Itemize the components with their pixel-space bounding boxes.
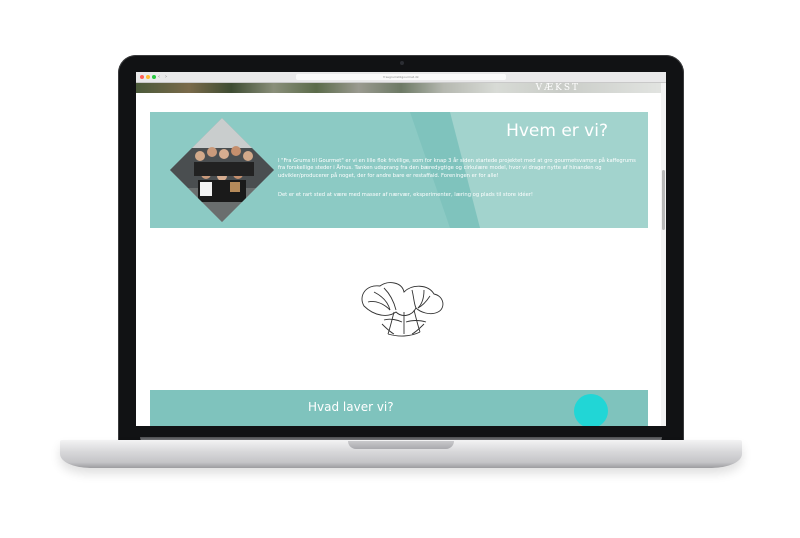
hero-text: VÆKST — [535, 83, 580, 93]
forward-arrow-icon[interactable]: › — [163, 74, 169, 80]
scrollbar[interactable] — [661, 83, 666, 426]
about-paragraph-2: Det er et rart sted at være med masser a… — [278, 192, 533, 198]
next-section-title: Hvad laver vi? — [308, 400, 394, 414]
next-section: Hvad laver vi? — [150, 390, 648, 426]
window-controls — [140, 75, 156, 79]
browser-window: ‹ › frasgrumstilgourmet.dk VÆKST Hvem er… — [136, 72, 666, 426]
close-window-button[interactable] — [140, 75, 144, 79]
camera-icon — [400, 61, 404, 65]
about-paragraph-1: I "Fra Grums til Gourmet" er vi en lille… — [278, 158, 636, 179]
minimize-window-button[interactable] — [146, 75, 150, 79]
address-bar[interactable]: frasgrumstilgourmet.dk — [296, 74, 506, 80]
laptop-notch — [348, 441, 454, 449]
browser-toolbar: ‹ › frasgrumstilgourmet.dk — [136, 72, 666, 83]
scrollbar-thumb[interactable] — [662, 170, 665, 230]
about-section: Hvem er vi? I "Fra Grums til Gourmet" er… — [150, 112, 648, 228]
accent-badge — [574, 394, 608, 426]
section-title: Hvem er vi? — [506, 121, 608, 141]
team-photo — [170, 118, 274, 222]
back-arrow-icon[interactable]: ‹ — [156, 74, 162, 80]
hero-image: VÆKST — [136, 83, 666, 93]
oyster-mushroom-drawing — [361, 282, 444, 337]
